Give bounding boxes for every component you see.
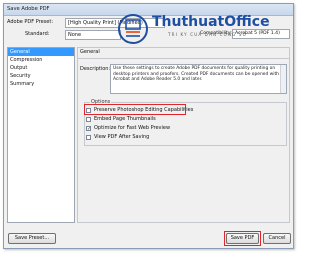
option-row[interactable]: View PDF After Saving bbox=[86, 133, 149, 141]
standard-select[interactable]: None bbox=[65, 30, 121, 40]
cancel-button[interactable]: Cancel bbox=[263, 233, 291, 244]
sidebar-item-summary[interactable]: Summary bbox=[8, 80, 74, 88]
preset-label: Adobe PDF Preset: bbox=[7, 19, 54, 25]
sidebar-item-general[interactable]: General bbox=[8, 48, 74, 56]
option-row[interactable]: ✓ Optimize for Fast Web Preview bbox=[86, 124, 170, 132]
watermark-logo: ThuthuatOffice TRI KY CUA DAN CONG SO bbox=[116, 12, 296, 46]
description-text: Use these settings to create Adobe PDF d… bbox=[113, 66, 279, 83]
description-scrollbar[interactable] bbox=[280, 65, 286, 93]
logo-icon bbox=[118, 14, 148, 44]
option-row[interactable]: Embed Page Thumbnails bbox=[86, 115, 156, 123]
option-label: Embed Page Thumbnails bbox=[94, 116, 156, 122]
sidebar-item-security[interactable]: Security bbox=[8, 72, 74, 80]
option-checkbox[interactable] bbox=[86, 134, 91, 140]
option-checkbox[interactable]: ✓ bbox=[86, 125, 91, 131]
logo-tagline: TRI KY CUA DAN CONG SO bbox=[168, 32, 247, 37]
option-label: View PDF After Saving bbox=[94, 134, 150, 140]
highlight-save-pdf bbox=[224, 231, 261, 246]
logo-brand-part2: Office bbox=[224, 14, 270, 30]
description-box[interactable]: Use these settings to create Adobe PDF d… bbox=[110, 64, 287, 94]
option-label: Optimize for Fast Web Preview bbox=[94, 125, 171, 131]
sidebar-item-compression[interactable]: Compression bbox=[8, 56, 74, 64]
description-label: Description: bbox=[80, 66, 111, 72]
save-preset-button[interactable]: Save Preset... bbox=[8, 233, 56, 244]
logo-brand-part1: Thuthuat bbox=[152, 14, 225, 30]
option-checkbox[interactable] bbox=[86, 116, 91, 122]
section-title: General bbox=[80, 49, 100, 55]
divider bbox=[78, 58, 289, 59]
category-sidebar: General Compression Output Security Summary bbox=[7, 47, 75, 223]
standard-label: Standard: bbox=[25, 31, 50, 37]
highlight-preserve-option bbox=[84, 104, 186, 115]
save-pdf-dialog: Save Adobe PDF Adobe PDF Preset: [High Q… bbox=[3, 3, 294, 249]
sidebar-item-output[interactable]: Output bbox=[8, 64, 74, 72]
